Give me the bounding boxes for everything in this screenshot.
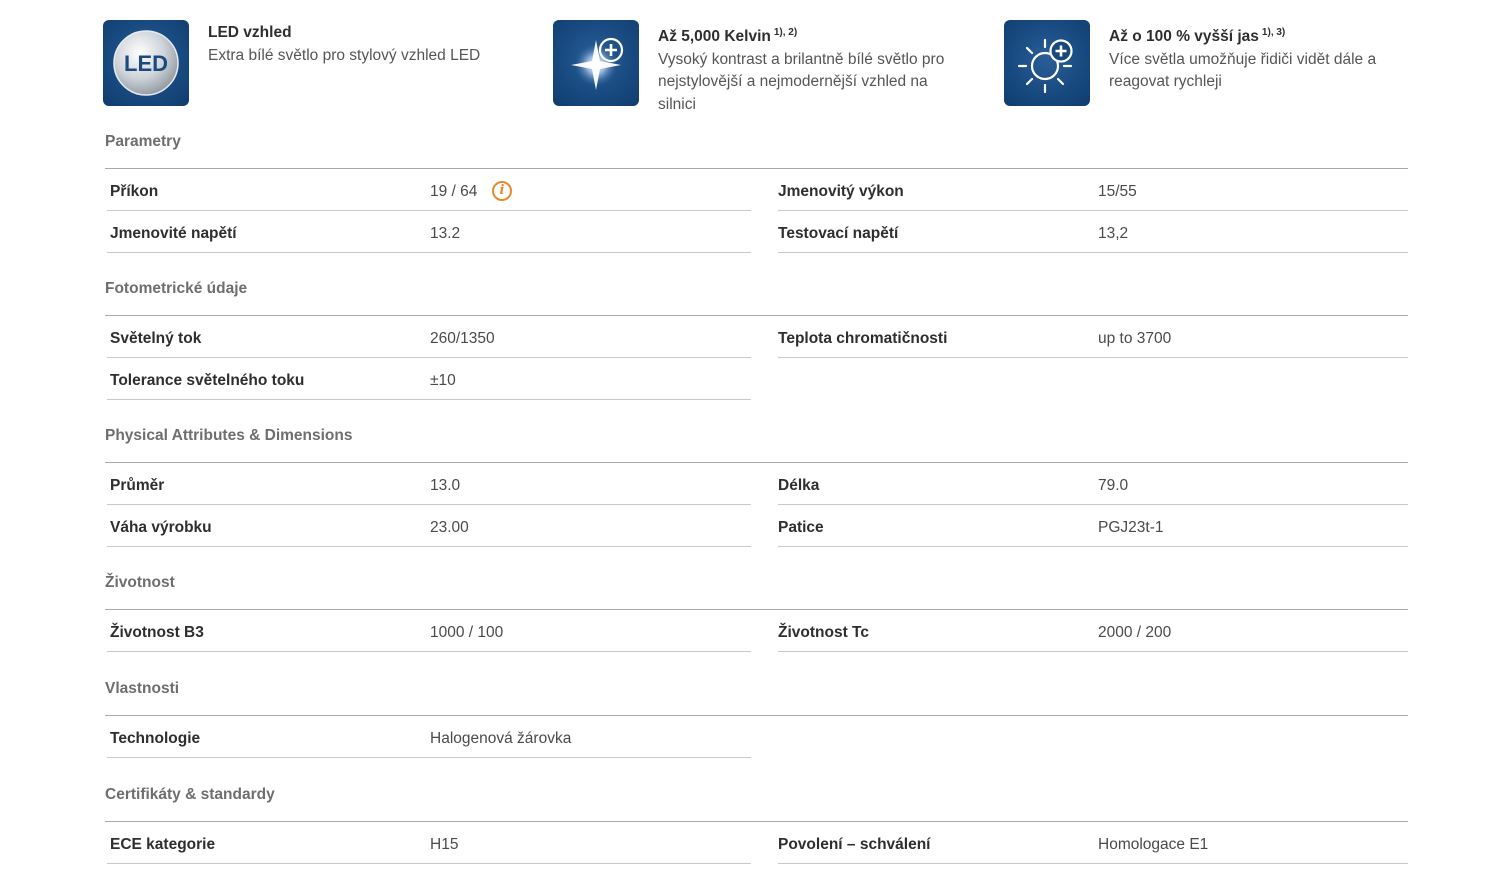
row-divider <box>778 251 1408 253</box>
section-divider <box>105 168 1408 169</box>
spec-label: Jmenovitý výkon <box>778 183 904 200</box>
spec-label: Délka <box>778 477 820 494</box>
spec-value: 13.0 <box>430 477 461 494</box>
row-divider <box>107 357 751 358</box>
spec-value: 13,2 <box>1098 224 1129 242</box>
section-title: Životnost <box>105 574 175 591</box>
spec-label: Testovací napětí <box>778 224 899 242</box>
feature-description: Více světla umožňuje řidiči vidět dále a… <box>1109 50 1377 91</box>
spec-value: Halogenová žárovka <box>430 730 572 747</box>
row-divider <box>107 651 751 652</box>
section-title: Vlastnosti <box>105 680 180 697</box>
section-title: Parametry <box>105 133 181 150</box>
spec-value: 2000 / 200 <box>1098 624 1172 641</box>
spec-label: Světelný tok <box>110 330 202 347</box>
info-icon[interactable]: i <box>492 181 512 201</box>
spec-label: Průměr <box>110 477 165 494</box>
row-divider <box>107 210 751 211</box>
spec-label: ECE kategorie <box>110 836 216 853</box>
row-divider <box>107 863 751 864</box>
spec-value: 260/1350 <box>430 330 495 347</box>
spec-label: Životnost Tc <box>778 624 869 641</box>
spec-label: Povolení – schválení <box>778 836 931 853</box>
feature-description: Extra bílé světlo pro stylový vzhled LED <box>208 46 481 64</box>
row-divider <box>107 545 751 547</box>
spec-label: Tolerance světelného toku <box>110 371 305 389</box>
section-title: Fotometrické údaje <box>105 280 248 297</box>
section-divider <box>105 609 1408 610</box>
sparkle-plus-icon <box>553 20 639 106</box>
spec-value: PGJ23t-1 <box>1098 518 1164 536</box>
section-divider <box>105 821 1408 822</box>
spec-value: up to 3700 <box>1098 330 1172 347</box>
led-badge-icon: LED <box>103 20 189 106</box>
spec-value: H15 <box>430 836 459 853</box>
features-strip: LED LED vzhled Extra bílé světlo pro sty… <box>0 0 1500 120</box>
row-divider <box>107 504 751 505</box>
row-divider <box>778 210 1408 211</box>
spec-value: Homologace E1 <box>1098 836 1209 853</box>
section-divider <box>105 462 1408 463</box>
row-divider <box>107 757 751 758</box>
bright-sun-plus-icon <box>1004 20 1090 106</box>
row-divider <box>778 545 1408 547</box>
spec-label: Příkon <box>110 183 159 200</box>
spec-value: 15/55 <box>1098 183 1137 200</box>
spec-label: Technologie <box>110 730 201 747</box>
feature-description: Vysoký kontrast a brilantně bílé světlo … <box>658 50 945 113</box>
spec-value: ±10 <box>430 371 456 389</box>
row-divider <box>778 863 1408 864</box>
section-title: Certifikáty & standardy <box>105 786 275 803</box>
feature-title: LED vzhled <box>208 24 292 41</box>
row-divider <box>107 398 751 400</box>
spec-value: 1000 / 100 <box>430 624 504 641</box>
section-divider <box>105 315 1408 316</box>
row-divider <box>107 251 751 253</box>
row-divider <box>778 651 1408 652</box>
section-divider <box>105 715 1408 716</box>
svg-text:LED: LED <box>124 51 168 76</box>
spec-label: Životnost B3 <box>110 624 204 641</box>
spec-label: Patice <box>778 518 824 536</box>
spec-label: Jmenovité napětí <box>110 224 237 242</box>
spec-value: 79.0 <box>1098 477 1129 494</box>
feature-title: Až 5,000 Kelvin 1), 2) <box>658 27 798 45</box>
spec-label: Váha výrobku <box>110 518 212 536</box>
section-title: Physical Attributes & Dimensions <box>105 427 353 444</box>
row-divider <box>778 504 1408 505</box>
feature-title: Až o 100 % vyšší jas 1), 3) <box>1109 27 1286 45</box>
row-divider <box>778 357 1408 358</box>
spec-label: Teplota chromatičnosti <box>778 330 948 347</box>
spec-value: 13.2 <box>430 224 461 242</box>
spec-value: 19 / 64 <box>430 183 478 200</box>
spec-value: 23.00 <box>430 518 469 536</box>
